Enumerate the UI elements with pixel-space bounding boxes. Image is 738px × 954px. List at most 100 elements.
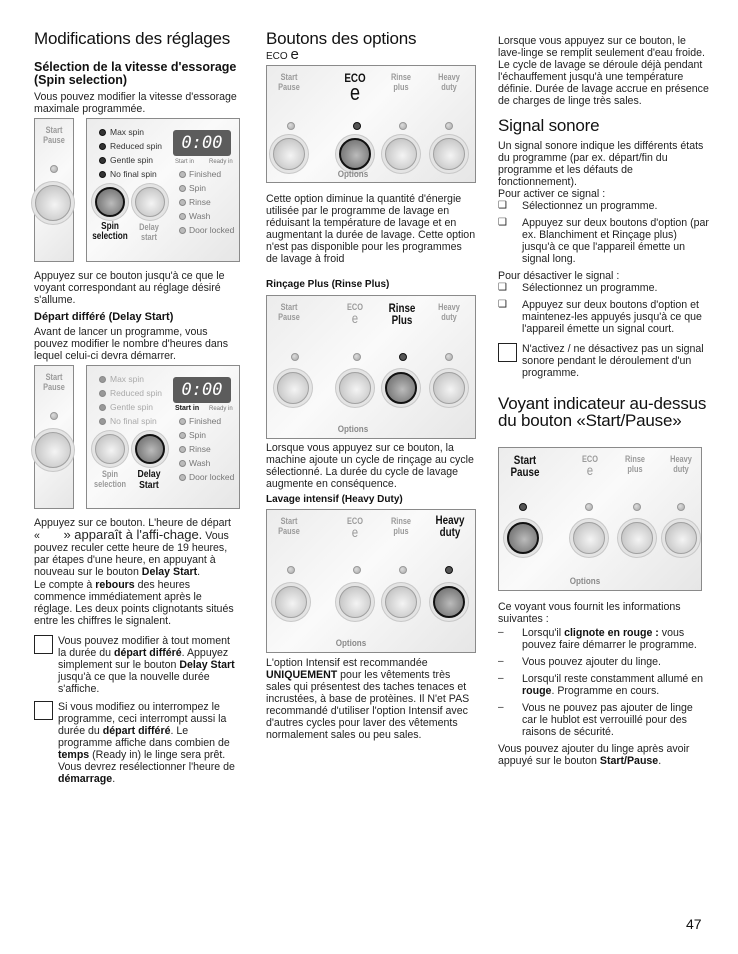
rinse-plus-button[interactable] [385,138,417,170]
status-finished: Finished [179,169,221,179]
led-icon [99,170,106,178]
options-label: Options [337,169,369,180]
spin-selection-label: Spin selection [93,469,126,489]
spin-selection-label: Spin selection [92,221,128,242]
start-pause-button[interactable] [507,522,539,554]
start-pause-label: Start Pause [43,372,65,392]
activate-label: Pour activer ce signal : [498,188,606,200]
section-title-signal: Signal sonore [498,116,600,135]
column-signal: Lorsque vous appuyez sur ce bouton, le l… [498,35,710,767]
section-title-settings: Modifications des réglages [34,29,231,48]
rinse-plus-led [399,353,407,361]
options-panel-heavy: Start Pause ECO e Rinse plus Heavy duty Opti… [266,509,476,653]
start-pause-button[interactable] [35,185,71,221]
start-pause-button[interactable] [275,586,307,618]
list-item: – Lorsqu'il clignote en rouge : vous pouv… [498,627,697,651]
list-item: ❑ Sélectionnez un programme. [498,200,658,212]
spin-option-reduced: Reduced spin [99,388,162,398]
options-panel-start-pause: Start Pause ECO e Rinse plus Heavy duty Opti… [498,447,702,591]
delay-start-button[interactable] [135,187,165,217]
delay-intro: Avant de lancer un programme, vous pouve… [34,326,228,362]
ready-in-label: Ready in [209,406,233,412]
list-item: – Vous ne pouvez pas ajouter de linge car… [498,702,693,738]
heavy-duty-led [445,353,453,361]
heavy-duty-label: Heavy duty [670,454,692,474]
heavy-duty-button[interactable] [665,522,697,554]
heavy-duty-label: Heavy duty [438,72,460,92]
spin-selection-button[interactable] [95,434,125,464]
start-pause-button[interactable] [35,432,71,468]
options-label: Options [335,638,367,649]
spin-option-max: Max spin [99,127,144,137]
dash-bullet-icon: – [498,702,504,713]
heavy-duty-button[interactable] [433,138,465,170]
start-pause-button[interactable] [277,372,309,404]
spin-option-gentle: Gentle spin [99,155,153,165]
start-pause-led [291,353,299,361]
delay-start-label: Delay Start [137,468,161,491]
column-settings: Modifications des réglages Sélection de … [34,30,240,785]
heavy-duty-led [677,503,685,511]
eco-button[interactable] [339,138,371,170]
indicator-closing: Vous pouvez ajouter du linge après avoir… [498,743,690,767]
start-in-label: Start in [175,405,200,412]
indicator-intro: Ce voyant vous fournit les informations … [498,601,681,625]
delay-panel-figure: Start Pause Max spin Reduced spin Gentle… [34,365,240,511]
rinse-heading: Rinçage Plus (Rinse Plus) [266,279,390,290]
status-rinse: Rinse [179,444,211,454]
spin-selection-button[interactable] [95,187,125,217]
indicator-list: – Lorsqu'il clignote en rouge : vous pouv… [498,627,710,738]
spin-option-reduced: Reduced spin [99,141,162,151]
note-delay-modify: Vous pouvez modifier à tout moment la du… [34,635,240,695]
status-spin: Spin [179,430,206,440]
eco-led [353,122,361,130]
status-door-locked: Door locked [179,225,234,235]
options-panel-rinse: Start Pause ECO e Rinse Plus Heavy duty Opti… [266,295,476,439]
signal-intro: Un signal sonore indique les différents … [498,140,704,188]
list-item: – Vous pouvez ajouter du linge. [498,656,661,668]
delay-after-text: Appuyez sur ce bouton. L'heure de départ… [34,517,231,578]
start-pause-label: Start Pause [278,516,300,536]
section-title-indicator: Voyant indicateur au-dessus du bouton «S… [498,394,707,430]
heavy-duty-led [445,122,453,130]
delay-heading: Départ différé (Delay Start) [34,311,174,323]
rinse-plus-button[interactable] [621,522,653,554]
list-item: ❑ Appuyez sur deux boutons d'option (par … [498,217,709,265]
led-icon [99,417,106,425]
heavy-duty-led [445,566,453,574]
rinse-plus-led [633,503,641,511]
eco-button[interactable] [573,522,605,554]
status-wash: Wash [179,211,210,221]
checkbox-bullet-icon: ❑ [498,200,507,211]
start-pause-led [287,566,295,574]
countdown-text: Le compte à rebours des heures commence … [34,579,234,627]
checkbox-bullet-icon: ❑ [498,217,507,228]
rinse-plus-label: Rinse plus [390,516,412,536]
eco-button[interactable] [339,586,371,618]
eco-led [353,353,361,361]
rinse-plus-led [399,122,407,130]
rinse-plus-button[interactable] [385,586,417,618]
rinse-text: Lorsque vous appuyez sur ce bouton, la m… [266,442,474,490]
dash-bullet-icon: – [498,656,504,667]
start-pause-label: Start Pause [43,125,65,145]
start-pause-panel: Start Pause [34,365,74,509]
note-box-icon [34,701,53,720]
start-pause-label: Start Pause [510,453,540,479]
start-pause-label: Start Pause [278,302,300,322]
rinse-plus-button[interactable] [385,372,417,404]
note-box-icon [498,343,517,362]
eco-label: ECO e [346,516,363,540]
spin-after-text: Appuyez sur ce bouton jusqu'à ce que le … [34,270,225,306]
heavy-duty-button[interactable] [433,586,465,618]
eco-button[interactable] [339,372,371,404]
rinse-plus-led [399,566,407,574]
dash-bullet-icon: – [498,673,504,684]
delay-start-button[interactable] [135,434,165,464]
rinse-plus-label: Rinse plus [390,72,412,92]
dash-bullet-icon: – [498,627,504,638]
heavy-duty-button[interactable] [433,372,465,404]
start-pause-led [50,165,58,173]
heavy-duty-label: Heavy duty [435,513,465,539]
start-pause-button[interactable] [273,138,305,170]
